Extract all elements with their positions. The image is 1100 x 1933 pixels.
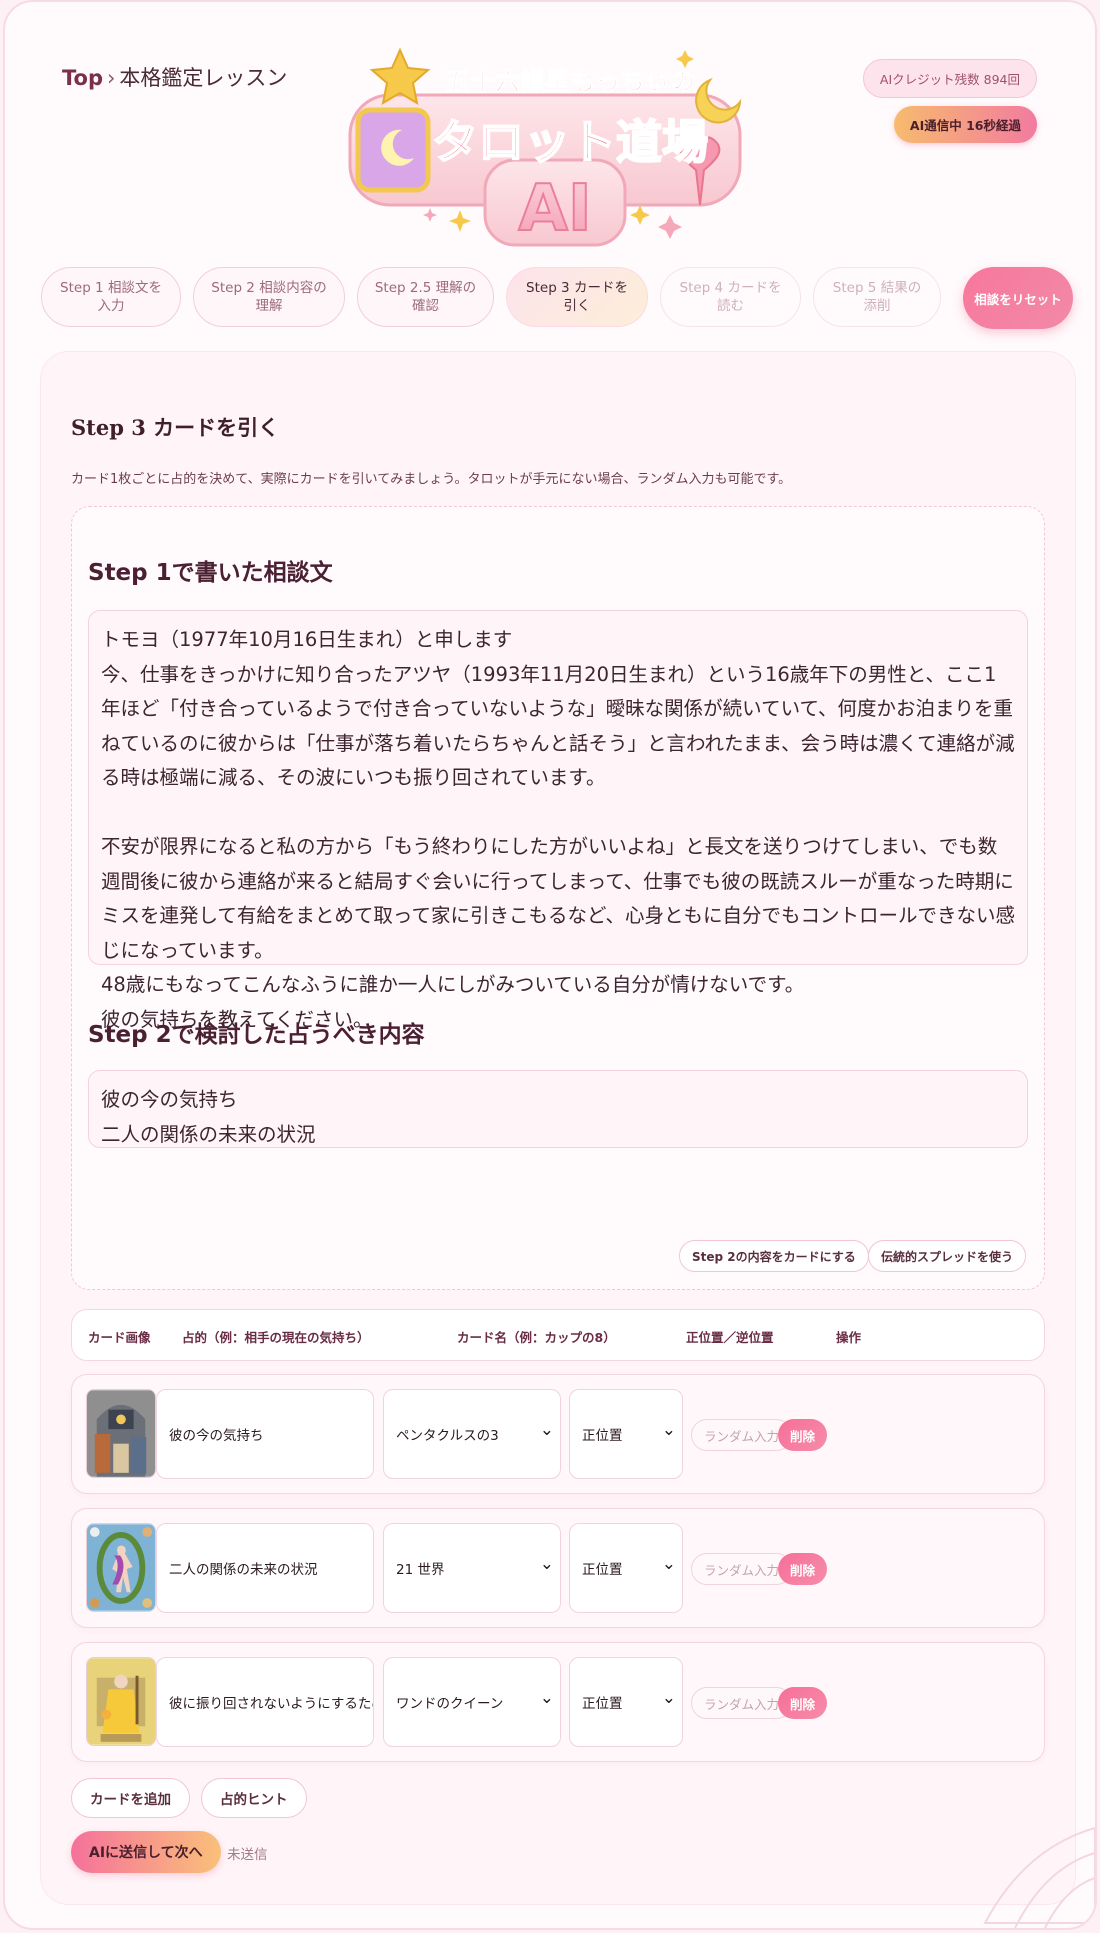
card-row: 彼の今の気持ち ペンタクルスの3 正位置 ランダム入力 削除: [71, 1374, 1045, 1494]
topics-text: 彼の今の気持ち 二人の関係の未来の状況: [88, 1070, 1028, 1148]
step-3-tab[interactable]: Step 3 カードを 引く: [506, 267, 648, 327]
breadcrumb-separator: ›: [107, 66, 116, 90]
purpose-input[interactable]: 彼に振り回されないようにするための行動: [156, 1657, 374, 1747]
card-name-select[interactable]: 21 世界: [383, 1523, 561, 1613]
step-1-tab[interactable]: Step 1 相談文を 入力: [41, 267, 181, 327]
ai-status-badge: AI通信中 16秒経過: [893, 106, 1037, 143]
orientation-select[interactable]: 正位置: [569, 1389, 683, 1479]
section-description: カード1枚ごとに占的を決めて、実際にカードを引いてみましょう。タロットが手元にな…: [71, 472, 792, 487]
header-card-name: カード名（例：カップの8）: [457, 1330, 616, 1345]
wing-decoration-icon: [983, 1826, 1095, 1928]
card-name-select[interactable]: ペンタクルスの3: [383, 1389, 561, 1479]
header-actions: 操作: [836, 1330, 862, 1345]
purpose-input[interactable]: 二人の関係の未来の状況: [156, 1523, 374, 1613]
step-5-tab: Step 5 結果の 添削: [813, 267, 941, 327]
logo-line2: タロット道場: [432, 115, 708, 169]
ai-credit-badge: AIクレジット残数 894回: [862, 59, 1037, 98]
header-orientation: 正位置／逆位置: [686, 1330, 774, 1345]
card-row: 彼に振り回されないようにするための行動 ワンドのクイーン 正位置 ランダム入力 …: [71, 1642, 1045, 1762]
header-image: カード画像: [88, 1330, 151, 1345]
card-image-queen-of-wands: [86, 1657, 156, 1746]
delete-row-button[interactable]: 削除: [778, 1687, 828, 1719]
purpose-input[interactable]: 彼の今の気持ち: [156, 1389, 374, 1479]
step-2-5-tab[interactable]: Step 2.5 理解の 確認: [357, 267, 494, 327]
page-frame: Top › 本格鑑定レッスン 五十六謀星もっちぃの タロット道場 AI AIクレ…: [3, 0, 1097, 1930]
tarot-dojo-logo: 五十六謀星もっちぃの タロット道場 AI: [348, 47, 742, 247]
breadcrumb-top-link[interactable]: Top: [62, 66, 103, 90]
consultation-summary: Step 1で書いた相談文 トモヨ（1977年10月16日生まれ）と申します 今…: [71, 506, 1045, 1290]
orientation-select[interactable]: 正位置: [569, 1657, 683, 1747]
reset-consultation-button[interactable]: 相談をリセット: [963, 267, 1073, 329]
step-2-tab[interactable]: Step 2 相談内容の 理解: [193, 267, 345, 327]
consultation-text: トモヨ（1977年10月16日生まれ）と申します 今、仕事をきっかけに知り合った…: [88, 610, 1028, 1031]
main-card: Step 3 カードを引く カード1枚ごとに占的を決めて、実際にカードを引いてみ…: [41, 352, 1075, 1904]
random-input-button[interactable]: ランダム入力: [691, 1419, 793, 1451]
card-row: 二人の関係の未来の状況 21 世界 正位置 ランダム入力 削除: [71, 1508, 1045, 1628]
card-table-header: カード画像 占的（例：相手の現在の気持ち） カード名（例：カップの8） 正位置／…: [71, 1309, 1045, 1361]
section-title: Step 3 カードを引く: [71, 415, 280, 440]
step-4-tab: Step 4 カードを 読む: [660, 267, 801, 327]
random-input-button[interactable]: ランダム入力: [691, 1687, 793, 1719]
consultation-heading: Step 1で書いた相談文: [88, 560, 333, 586]
random-input-button[interactable]: ランダム入力: [691, 1553, 793, 1585]
topics-heading: Step 2で検討した占うべき内容: [88, 1022, 425, 1048]
card-image-the-world: [86, 1523, 156, 1612]
delete-row-button[interactable]: 削除: [778, 1419, 828, 1451]
logo-line3: AI: [518, 172, 591, 246]
breadcrumb: Top › 本格鑑定レッスン: [62, 62, 287, 92]
add-card-button[interactable]: カードを追加: [71, 1778, 190, 1818]
purpose-hint-button[interactable]: 占的ヒント: [201, 1778, 307, 1818]
send-to-ai-button[interactable]: AIに送信して次へ: [71, 1831, 221, 1873]
breadcrumb-current: 本格鑑定レッスン: [119, 66, 288, 90]
card-image-pentacles-3: [86, 1389, 156, 1478]
header-purpose: 占的（例：相手の現在の気持ち）: [182, 1330, 370, 1345]
orientation-select[interactable]: 正位置: [569, 1523, 683, 1613]
delete-row-button[interactable]: 削除: [778, 1553, 828, 1585]
traditional-spread-button[interactable]: 伝統的スプレッドを使う: [868, 1240, 1027, 1272]
step-navigation: Step 1 相談文を 入力 Step 2 相談内容の 理解 Step 2.5 …: [41, 267, 1073, 329]
step2-to-cards-button[interactable]: Step 2の内容をカードにする: [679, 1240, 869, 1272]
logo-line1: 五十六謀星もっちぃの: [445, 67, 695, 96]
card-name-select[interactable]: ワンドのクイーン: [383, 1657, 561, 1747]
send-status-text: 未送信: [227, 1847, 268, 1863]
